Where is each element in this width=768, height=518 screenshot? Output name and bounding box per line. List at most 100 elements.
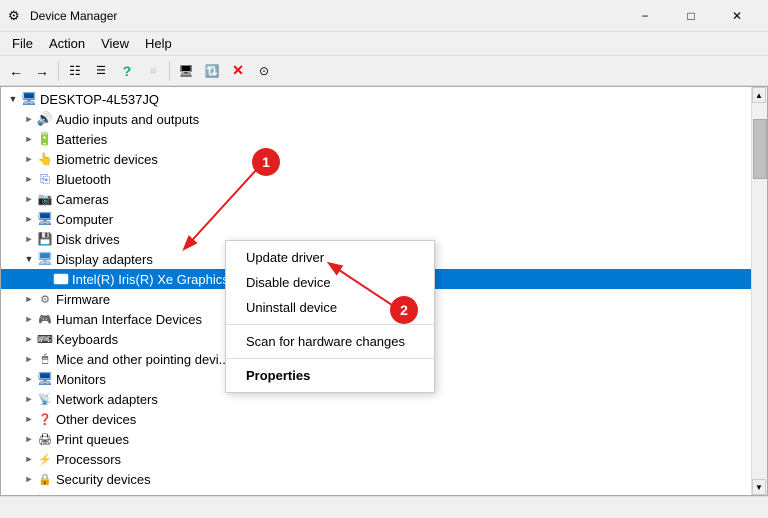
gpu-icon (53, 271, 69, 287)
window-controls: − □ ✕ (622, 0, 760, 32)
menu-bar: File Action View Help (0, 32, 768, 56)
tree-item-cameras[interactable]: ► 📷 Cameras (1, 189, 751, 209)
print-icon: 🖨 (37, 431, 53, 447)
tree-label-security: Security devices (56, 472, 151, 487)
tree-label-inteliris: Intel(R) Iris(R) Xe Graphics (72, 272, 229, 287)
expand-arrow-biometric: ► (21, 151, 37, 167)
expand-arrow-root: ▼ (5, 91, 21, 107)
keyboard-icon: ⌨ (37, 331, 53, 347)
tree-label-processors: Processors (56, 452, 121, 467)
tree-label-firmware: Firmware (56, 292, 110, 307)
expand-arrow-audio: ► (21, 111, 37, 127)
disk-icon: 💾 (37, 231, 53, 247)
tree-item-biometric[interactable]: ► 👆 Biometric devices (1, 149, 751, 169)
display-icon: 🖥 (37, 251, 53, 267)
tree-label-displayadapters: Display adapters (56, 252, 153, 267)
properties-button[interactable]: ☷ (63, 59, 87, 83)
expand-arrow-mice: ► (21, 351, 37, 367)
scroll-down-button[interactable]: ▼ (752, 479, 766, 495)
tree-item-processors[interactable]: ► ⚡ Processors (1, 449, 751, 469)
tree-label-mice: Mice and other pointing devi... (56, 352, 229, 367)
menu-view[interactable]: View (93, 34, 137, 53)
context-menu-disable-device[interactable]: Disable device (226, 270, 434, 295)
tree-label-computer: Computer (56, 212, 113, 227)
context-menu-properties[interactable]: Properties (226, 363, 434, 388)
details-button[interactable]: ☰ (89, 59, 113, 83)
status-bar (0, 496, 768, 518)
menu-file[interactable]: File (4, 34, 41, 53)
scroll-up-button[interactable]: ▲ (752, 87, 766, 103)
tree-label-diskdrives: Disk drives (56, 232, 120, 247)
expand-arrow-monitors: ► (21, 371, 37, 387)
expand-arrow-security: ► (21, 471, 37, 487)
tree-item-printqueues[interactable]: ► 🖨 Print queues (1, 429, 751, 449)
scrollbar[interactable]: ▲ ▼ (751, 87, 767, 495)
expand-arrow-other: ► (21, 411, 37, 427)
expand-arrow-network: ► (21, 391, 37, 407)
tree-label-batteries: Batteries (56, 132, 107, 147)
help-button[interactable]: ? (115, 59, 139, 83)
forward-button[interactable]: → (30, 59, 54, 83)
expand-arrow-processors: ► (21, 451, 37, 467)
expand-arrow-print: ► (21, 431, 37, 447)
expand-arrow-bluetooth: ► (21, 171, 37, 187)
expand-arrow-firmware: ► (21, 291, 37, 307)
expand-arrow-diskdrives: ► (21, 231, 37, 247)
tree-item-otherdevices[interactable]: ► ❓ Other devices (1, 409, 751, 429)
context-menu: Update driver Disable device Uninstall d… (225, 240, 435, 393)
network-icon: 📡 (37, 391, 53, 407)
tree-label-networkadapters: Network adapters (56, 392, 158, 407)
menu-action[interactable]: Action (41, 34, 93, 53)
tree-item-audio[interactable]: ► 🔊 Audio inputs and outputs (1, 109, 751, 129)
monitor-button[interactable]: 🖥 (174, 59, 198, 83)
toolbar-separator-1 (58, 61, 59, 81)
tree-label-hid: Human Interface Devices (56, 312, 202, 327)
tree-label-audio: Audio inputs and outputs (56, 112, 199, 127)
other-icon: ❓ (37, 411, 53, 427)
tree-item-bluetooth[interactable]: ► ⎘ Bluetooth (1, 169, 751, 189)
tree-item-root[interactable]: ▼ 🖥 DESKTOP-4L537JQ (1, 89, 751, 109)
context-menu-update-driver[interactable]: Update driver (226, 245, 434, 270)
mouse-icon: 🖱 (37, 351, 53, 367)
back-button[interactable]: ← (4, 59, 28, 83)
expand-arrow-hid: ► (21, 311, 37, 327)
toolbar: ← → ☷ ☰ ? ◽ 🖥 🔃 ✕ ⊙ (0, 56, 768, 86)
tree-item-batteries[interactable]: ► 🔋 Batteries (1, 129, 751, 149)
bluetooth-icon: ⎘ (37, 171, 53, 187)
tree-item-sensors[interactable]: ► 📊 Sensors (1, 489, 751, 495)
toolbar-separator-2 (169, 61, 170, 81)
expand-arrow-inteliris (37, 271, 53, 287)
expand-arrow-cameras: ► (21, 191, 37, 207)
tree-label-monitors: Monitors (56, 372, 106, 387)
tree-label-bluetooth: Bluetooth (56, 172, 111, 187)
context-menu-separator-1 (226, 324, 434, 325)
expand-arrow-sensors: ► (21, 491, 37, 495)
minimize-button[interactable]: − (622, 0, 668, 32)
expand-arrow-computer: ► (21, 211, 37, 227)
hid-icon: 🎮 (37, 311, 53, 327)
tree-label-sensors: Sensors (56, 492, 104, 496)
tree-label-cameras: Cameras (56, 192, 109, 207)
expand-arrow-batteries: ► (21, 131, 37, 147)
context-menu-scan[interactable]: Scan for hardware changes (226, 329, 434, 354)
scan-button[interactable]: 🔃 (200, 59, 224, 83)
close-button[interactable]: ✕ (714, 0, 760, 32)
tree-label-keyboards: Keyboards (56, 332, 118, 347)
expand-arrow-display: ▼ (21, 251, 37, 267)
context-menu-uninstall-device[interactable]: Uninstall device (226, 295, 434, 320)
audio-icon: 🔊 (37, 111, 53, 127)
tree-label-printqueues: Print queues (56, 432, 129, 447)
tree-item-security[interactable]: ► 🔒 Security devices (1, 469, 751, 489)
menu-help[interactable]: Help (137, 34, 180, 53)
expand-arrow-keyboards: ► (21, 331, 37, 347)
scroll-thumb[interactable] (753, 119, 767, 179)
uninstall-toolbar-button[interactable]: ✕ (226, 59, 250, 83)
camera-icon: 📷 (37, 191, 53, 207)
update-toolbar-button[interactable]: ⊙ (252, 59, 276, 83)
biometric-icon: 👆 (37, 151, 53, 167)
resources-button[interactable]: ◽ (141, 59, 165, 83)
computer2-icon: 🖥 (37, 211, 53, 227)
maximize-button[interactable]: □ (668, 0, 714, 32)
tree-item-computer[interactable]: ► 🖥 Computer (1, 209, 751, 229)
app-icon: ⚙ (8, 8, 24, 24)
